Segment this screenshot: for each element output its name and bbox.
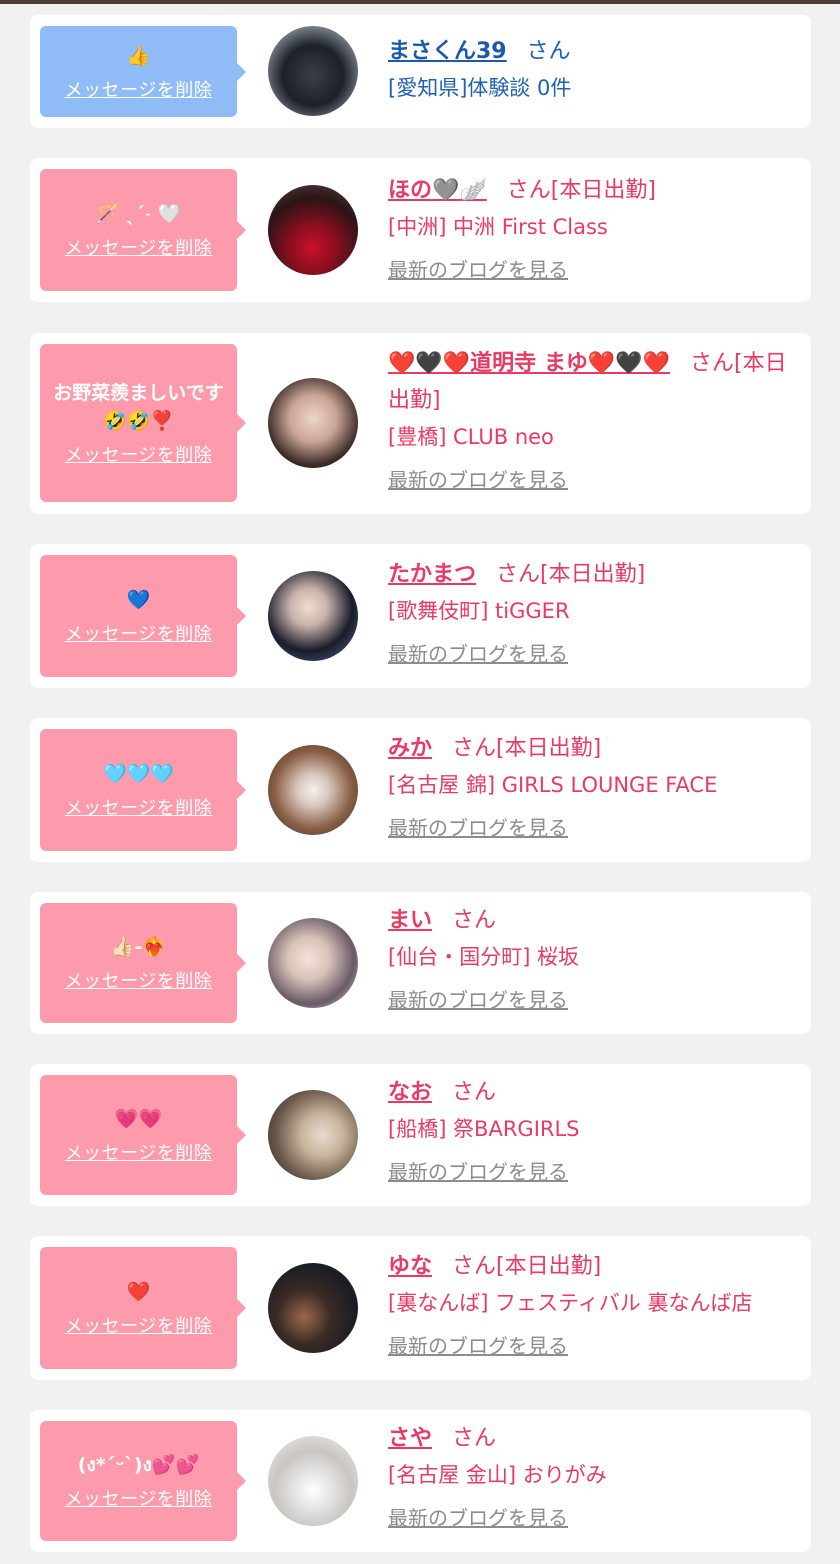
- shop-text: [名古屋 錦] GIRLS LOUNGE FACE: [388, 773, 718, 797]
- message-text: 💗💗: [114, 1108, 163, 1130]
- message-bubble: 🩵🩵🩵 メッセージを削除: [40, 729, 246, 851]
- message-bubble: 🪄 ˎˊ˗ 🤍 メッセージを削除: [40, 169, 246, 291]
- message-text: 👍: [126, 44, 151, 67]
- delete-message-link[interactable]: メッセージを削除: [65, 1312, 213, 1338]
- avatar[interactable]: [268, 26, 358, 116]
- message-text: 🪄 ˎˊ˗ 🤍: [95, 203, 182, 225]
- honorific: さん[本日出勤]: [452, 736, 602, 761]
- delete-message-link[interactable]: メッセージを削除: [65, 620, 213, 646]
- message-text: 💙: [126, 589, 151, 611]
- list-item: (ง*ˊᵕˋ)ง💕💕 メッセージを削除 さや さん [名古屋 金山] おりがみ 最…: [30, 1410, 811, 1552]
- list-item: 💗💗 メッセージを削除 なお さん [船橋] 祭BARGIRLS 最新のブログを見…: [30, 1064, 811, 1206]
- blog-link[interactable]: 最新のブログを見る: [388, 256, 568, 284]
- user-info: まい さん [仙台・国分町] 桜坂 最新のブログを見る: [388, 902, 801, 1014]
- user-info: なお さん [船橋] 祭BARGIRLS 最新のブログを見る: [388, 1074, 801, 1186]
- list-item: 💙 メッセージを削除 たかまつ さん[本日出勤] [歌舞伎町] tiGGER 最新…: [30, 544, 811, 688]
- honorific: さん[本日出勤]: [506, 178, 656, 203]
- list-item: お野菜羨ましいです🤣🤣❣️ メッセージを削除 ❤️🖤❤️道明寺 まゆ❤️🖤❤️ さ…: [30, 333, 811, 514]
- message-bubble: 👍🏻-❤️‍🔥 メッセージを削除: [40, 903, 246, 1023]
- blog-link[interactable]: 最新のブログを見る: [388, 640, 568, 668]
- avatar[interactable]: [268, 185, 358, 275]
- delete-message-link[interactable]: メッセージを削除: [65, 76, 213, 102]
- message-bubble: (ง*ˊᵕˋ)ง💕💕 メッセージを削除: [40, 1421, 246, 1541]
- user-name-link[interactable]: ゆな: [388, 1254, 432, 1279]
- user-name-link[interactable]: ほの🩶🪽: [388, 178, 487, 203]
- honorific: さん[本日出勤]: [452, 1254, 602, 1279]
- shop-text: [名古屋 金山] おりがみ: [388, 1463, 607, 1487]
- honorific: さん[本日出勤]: [496, 562, 646, 587]
- message-bubble: 👍 メッセージを削除: [40, 26, 246, 117]
- shop-text: [仙台・国分町] 桜坂: [388, 945, 580, 969]
- message-text: ❤️: [126, 1281, 151, 1303]
- blog-link[interactable]: 最新のブログを見る: [388, 986, 568, 1014]
- shop-text: [豊橋] CLUB neo: [388, 425, 554, 449]
- delete-message-link[interactable]: メッセージを削除: [65, 1139, 213, 1165]
- user-info: まさくん39 さん [愛知県]体験談 0件: [388, 33, 801, 107]
- blog-link[interactable]: 最新のブログを見る: [388, 814, 568, 842]
- user-info: ゆな さん[本日出勤] [裏なんば] フェスティバル 裏なんば店 最新のブログを見…: [388, 1248, 801, 1360]
- avatar[interactable]: [268, 1436, 358, 1526]
- user-name-link[interactable]: まい: [388, 908, 432, 933]
- message-bubble: 💙 メッセージを削除: [40, 555, 246, 677]
- delete-message-link[interactable]: メッセージを削除: [65, 441, 213, 467]
- avatar[interactable]: [268, 378, 358, 468]
- user-info: ほの🩶🪽 さん[本日出勤] [中洲] 中洲 First Class 最新のブログを…: [388, 172, 801, 284]
- honorific: さん: [452, 908, 497, 933]
- avatar[interactable]: [268, 745, 358, 835]
- delete-message-link[interactable]: メッセージを削除: [65, 1485, 213, 1511]
- message-bubble: 💗💗 メッセージを削除: [40, 1075, 246, 1195]
- avatar[interactable]: [268, 1090, 358, 1180]
- avatar[interactable]: [268, 571, 358, 661]
- blog-link[interactable]: 最新のブログを見る: [388, 1332, 568, 1360]
- delete-message-link[interactable]: メッセージを削除: [65, 234, 213, 260]
- list-item: 👍🏻-❤️‍🔥 メッセージを削除 まい さん [仙台・国分町] 桜坂 最新のブログ…: [30, 892, 811, 1034]
- user-info: たかまつ さん[本日出勤] [歌舞伎町] tiGGER 最新のブログを見る: [388, 556, 801, 668]
- list-item: ❤️ メッセージを削除 ゆな さん[本日出勤] [裏なんば] フェスティバル 裏な…: [30, 1236, 811, 1380]
- list-item: 👍 メッセージを削除 まさくん39 さん [愛知県]体験談 0件: [30, 15, 811, 128]
- user-name-link[interactable]: たかまつ: [388, 562, 476, 587]
- shop-text: [愛知県]体験談 0件: [388, 76, 572, 100]
- blog-link[interactable]: 最新のブログを見る: [388, 466, 568, 494]
- user-name-link[interactable]: ❤️🖤❤️道明寺 まゆ❤️🖤❤️: [388, 351, 670, 376]
- list-item: 🩵🩵🩵 メッセージを削除 みか さん[本日出勤] [名古屋 錦] GIRLS LO…: [30, 718, 811, 862]
- user-name-link[interactable]: まさくん39: [388, 39, 507, 64]
- message-text: 👍🏻-❤️‍🔥: [110, 936, 167, 958]
- message-bubble: お野菜羨ましいです🤣🤣❣️ メッセージを削除: [40, 344, 246, 502]
- message-text: (ง*ˊᵕˋ)ง💕💕: [77, 1454, 200, 1476]
- message-text: 🩵🩵🩵: [103, 763, 174, 785]
- user-info: さや さん [名古屋 金山] おりがみ 最新のブログを見る: [388, 1420, 801, 1532]
- blog-link[interactable]: 最新のブログを見る: [388, 1158, 568, 1186]
- shop-text: [裏なんば] フェスティバル 裏なんば店: [388, 1291, 753, 1315]
- delete-message-link[interactable]: メッセージを削除: [65, 967, 213, 993]
- avatar[interactable]: [268, 918, 358, 1008]
- user-name-link[interactable]: なお: [388, 1080, 432, 1105]
- top-bar: [0, 0, 840, 4]
- user-name-link[interactable]: さや: [388, 1426, 432, 1451]
- avatar[interactable]: [268, 1263, 358, 1353]
- message-text: お野菜羨ましいです🤣🤣❣️: [53, 382, 224, 432]
- shop-text: [船橋] 祭BARGIRLS: [388, 1117, 580, 1141]
- message-bubble: ❤️ メッセージを削除: [40, 1247, 246, 1369]
- user-name-link[interactable]: みか: [388, 736, 432, 761]
- user-info: みか さん[本日出勤] [名古屋 錦] GIRLS LOUNGE FACE 最新の…: [388, 730, 801, 842]
- honorific: さん: [452, 1080, 497, 1105]
- shop-text: [中洲] 中洲 First Class: [388, 215, 608, 239]
- user-info: ❤️🖤❤️道明寺 まゆ❤️🖤❤️ さん[本日出勤] [豊橋] CLUB neo 最…: [388, 345, 801, 494]
- honorific: さん: [526, 39, 571, 64]
- blog-link[interactable]: 最新のブログを見る: [388, 1504, 568, 1532]
- shop-text: [歌舞伎町] tiGGER: [388, 599, 570, 623]
- delete-message-link[interactable]: メッセージを削除: [65, 794, 213, 820]
- honorific: さん: [452, 1426, 497, 1451]
- list-item: 🪄 ˎˊ˗ 🤍 メッセージを削除 ほの🩶🪽 さん[本日出勤] [中洲] 中洲 Fi…: [30, 158, 811, 302]
